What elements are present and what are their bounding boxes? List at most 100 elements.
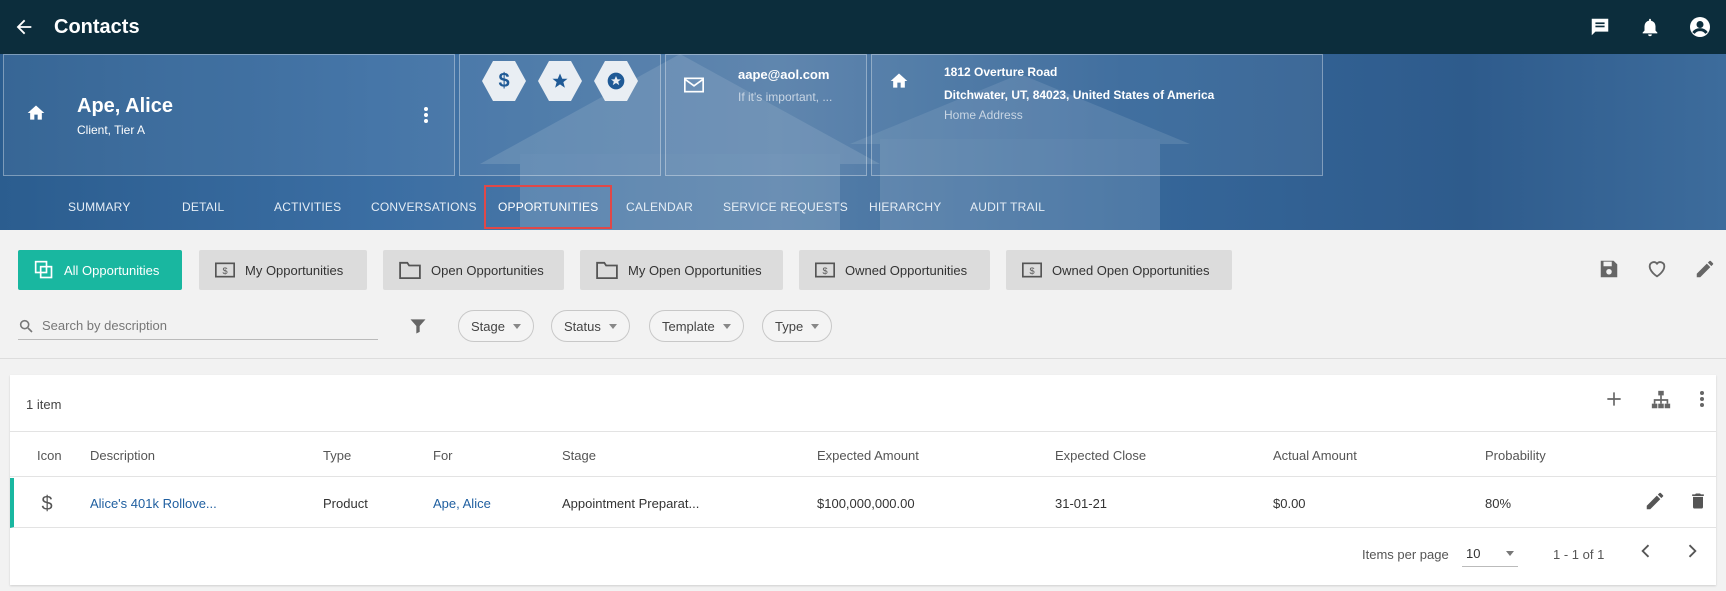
bell-icon[interactable]: [1636, 13, 1664, 41]
table-row[interactable]: $ Alice's 401k Rollove... Product Ape, A…: [10, 478, 1716, 528]
svg-text:$: $: [822, 266, 827, 276]
dropdown-label: Type: [775, 318, 804, 334]
opportunities-table-panel: 1 item Icon Description Type For Stage E…: [10, 375, 1716, 585]
tab-hierarchy[interactable]: HIERARCHY: [869, 184, 941, 230]
opportunity-type: Product: [323, 495, 368, 511]
items-per-page-select[interactable]: 10: [1462, 541, 1518, 567]
view-label: My Opportunities: [245, 262, 344, 278]
opportunity-description-link[interactable]: Alice's 401k Rollove...: [90, 478, 217, 528]
save-icon[interactable]: [1598, 258, 1620, 283]
view-my-opportunities-button[interactable]: $ My Opportunities: [199, 250, 367, 290]
tab-opportunities[interactable]: OPPORTUNITIES: [484, 185, 613, 229]
items-per-page-value: 10: [1466, 546, 1481, 561]
mail-icon: [684, 77, 704, 96]
edit-icon[interactable]: [1694, 258, 1716, 283]
view-owned-opportunities-button[interactable]: $ Owned Opportunities: [799, 250, 990, 290]
next-page-icon[interactable]: [1682, 541, 1702, 564]
view-label: Owned Open Opportunities: [1052, 262, 1210, 278]
folder-icon: [596, 261, 618, 279]
email-note: If it's important, ...: [738, 90, 833, 104]
column-header-stage[interactable]: Stage: [562, 432, 596, 478]
view-open-opportunities-button[interactable]: Open Opportunities: [383, 250, 564, 290]
column-header-expected-amount[interactable]: Expected Amount: [817, 432, 919, 478]
view-all-opportunities-button[interactable]: All Opportunities: [18, 250, 182, 290]
table-header: Icon Description Type For Stage Expected…: [10, 431, 1716, 477]
template-filter-dropdown[interactable]: Template: [649, 310, 744, 342]
address-line-2: Ditchwater, UT, 84023, United States of …: [944, 88, 1215, 102]
dropdown-label: Stage: [471, 318, 505, 334]
divider: [0, 358, 1726, 359]
dollar-badge-icon[interactable]: $: [482, 61, 526, 101]
dropdown-label: Status: [564, 318, 601, 334]
page-range: 1 - 1 of 1: [1553, 547, 1605, 562]
folder-icon: [399, 261, 421, 279]
more-vert-icon[interactable]: [1698, 389, 1706, 414]
tab-audit-trail[interactable]: AUDIT TRAIL: [970, 184, 1045, 230]
contact-email[interactable]: aape@aol.com: [738, 67, 829, 82]
tab-activities[interactable]: ACTIVITIES: [274, 184, 341, 230]
favorite-icon[interactable]: [1646, 258, 1668, 283]
view-label: My Open Opportunities: [628, 262, 762, 278]
tab-calendar[interactable]: CALENDAR: [626, 184, 693, 230]
dollar-icon: $: [40, 478, 54, 528]
stage-filter-dropdown[interactable]: Stage: [458, 310, 534, 342]
add-icon[interactable]: [1604, 389, 1624, 414]
view-label: Open Opportunities: [431, 262, 544, 278]
type-filter-dropdown[interactable]: Type: [762, 310, 833, 342]
chat-icon[interactable]: [1586, 13, 1614, 41]
home-icon: [889, 71, 909, 94]
column-header-probability[interactable]: Probability: [1485, 432, 1546, 478]
tab-conversations[interactable]: CONVERSATIONS: [371, 184, 477, 230]
item-count: 1 item: [26, 397, 62, 412]
back-arrow-icon[interactable]: [2, 0, 46, 54]
view-label: All Opportunities: [64, 262, 160, 278]
home-icon: [26, 103, 46, 126]
caret-down-icon: [608, 323, 617, 329]
account-icon[interactable]: [1686, 13, 1714, 41]
view-label: Owned Opportunities: [845, 262, 968, 278]
hierarchy-icon[interactable]: [1650, 389, 1672, 414]
filter-icon[interactable]: [408, 316, 428, 339]
opportunity-for-link[interactable]: Ape, Alice: [433, 478, 491, 528]
svg-text:$: $: [1029, 266, 1034, 276]
search-placeholder: Search by description: [42, 318, 168, 333]
svg-text:$: $: [222, 266, 227, 276]
svg-text:$: $: [41, 493, 52, 514]
caret-down-icon: [1506, 551, 1514, 556]
contact-header: Ape, Alice Client, Tier A $ aape@aol.com…: [0, 54, 1726, 230]
caret-down-icon: [512, 323, 521, 329]
column-header-description[interactable]: Description: [90, 432, 155, 478]
more-vert-icon[interactable]: [422, 105, 430, 128]
email-card: aape@aol.com If it's important, ...: [665, 54, 867, 176]
status-filter-dropdown[interactable]: Status: [551, 310, 630, 342]
contact-name: Ape, Alice: [77, 95, 173, 117]
column-header-actual-amount[interactable]: Actual Amount: [1273, 432, 1357, 478]
paginator: Items per page 10 1 - 1 of 1: [10, 535, 1716, 575]
opportunity-actual-amount: $0.00: [1273, 495, 1306, 511]
items-per-page-label: Items per page: [1362, 547, 1449, 562]
view-owned-open-opportunities-button[interactable]: $ Owned Open Opportunities: [1006, 250, 1232, 290]
column-header-for[interactable]: For: [433, 432, 453, 478]
caret-down-icon: [722, 323, 731, 329]
column-header-icon: Icon: [37, 447, 62, 463]
opportunity-expected-amount: $100,000,000.00: [817, 495, 915, 511]
view-my-open-opportunities-button[interactable]: My Open Opportunities: [580, 250, 783, 290]
search-input[interactable]: Search by description: [18, 312, 378, 340]
previous-page-icon[interactable]: [1636, 541, 1656, 564]
caret-down-icon: [811, 323, 820, 329]
delete-icon[interactable]: [1688, 490, 1708, 515]
star-circle-badge-icon[interactable]: [594, 61, 638, 101]
page-title: Contacts: [54, 15, 140, 38]
tab-service-requests[interactable]: SERVICE REQUESTS: [723, 184, 848, 230]
badges-card: $: [459, 54, 661, 176]
edit-icon[interactable]: [1644, 490, 1666, 515]
tab-summary[interactable]: SUMMARY: [68, 184, 131, 230]
star-badge-icon[interactable]: [538, 61, 582, 101]
column-header-type[interactable]: Type: [323, 432, 351, 478]
address-type: Home Address: [944, 108, 1023, 122]
opportunity-stage: Appointment Preparat...: [562, 495, 700, 511]
dropdown-label: Template: [662, 318, 715, 334]
contact-card: Ape, Alice Client, Tier A: [3, 54, 455, 176]
column-header-expected-close[interactable]: Expected Close: [1055, 432, 1146, 478]
tab-detail[interactable]: DETAIL: [182, 184, 224, 230]
